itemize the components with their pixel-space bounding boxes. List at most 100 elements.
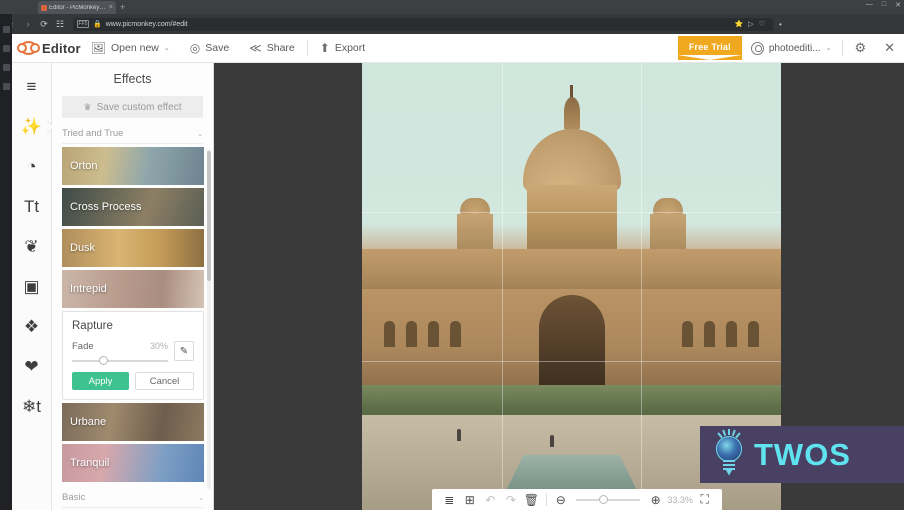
- effect-item-orton[interactable]: Orton: [62, 147, 204, 185]
- gear-icon[interactable]: ⚙: [845, 40, 875, 56]
- sidebar-icon-bookmarks[interactable]: [2, 45, 10, 52]
- paint-brush-button[interactable]: ✎: [174, 341, 194, 361]
- rail-item-text[interactable]: Tt: [19, 195, 45, 219]
- zoom-in-icon[interactable]: ⊕: [645, 493, 666, 507]
- rail-item-touch-up[interactable]: ◔: [19, 155, 45, 179]
- rail-item-textures[interactable]: ❖: [19, 315, 45, 339]
- section-basic[interactable]: Basic ⌄: [62, 492, 204, 508]
- redo-icon[interactable]: ↷: [501, 493, 522, 507]
- right-turret: [647, 198, 689, 254]
- fade-slider[interactable]: [72, 356, 168, 365]
- app-toolbar: Editor 🖼 Open new ⌄ ◎ Save ≪ Share ⬆ Exp…: [12, 34, 904, 63]
- save-button[interactable]: ◎ Save: [180, 34, 239, 63]
- effect-label: Tranquil: [70, 457, 110, 469]
- effect-item-cross-process[interactable]: Cross Process: [62, 188, 204, 226]
- browser-tabstrip: Editor - PicMonkey Photo × + — □ ✕: [0, 0, 904, 14]
- menu-icon[interactable]: •: [779, 20, 782, 29]
- tab-title: Editor - PicMonkey Photo: [49, 4, 107, 11]
- section-label: Tried and True: [62, 128, 124, 139]
- rail-item-frames[interactable]: ▣: [19, 275, 45, 299]
- forward-icon[interactable]: ›: [20, 19, 36, 29]
- effects-scrollbar-thumb[interactable]: [207, 151, 211, 281]
- avatar: [750, 41, 764, 55]
- chevron-down-icon: ⌄: [197, 130, 203, 138]
- toolbar-right-group: Free Trial photoediti... ⌄ ⚙ ✕: [677, 34, 904, 63]
- fade-slider-handle[interactable]: [98, 356, 108, 365]
- trash-icon[interactable]: 🗑: [521, 493, 542, 507]
- fade-value: 30%: [149, 341, 168, 351]
- undo-icon[interactable]: ↶: [480, 493, 501, 507]
- zoom-slider-handle[interactable]: [599, 494, 609, 504]
- window-controls: — □ ✕: [866, 1, 901, 9]
- free-trial-badge[interactable]: Free Trial: [677, 36, 742, 60]
- share-label: Share: [266, 42, 295, 54]
- account-menu[interactable]: photoediti... ⌄: [742, 41, 841, 55]
- rail-item-seasonal[interactable]: ❄t: [19, 395, 45, 419]
- effects-panel: Effects ♛ Save custom effect Tried and T…: [52, 63, 214, 510]
- watermark-overlay: TWOS: [700, 426, 904, 483]
- zoom-slider[interactable]: [576, 494, 641, 504]
- brand-logo[interactable]: Editor: [12, 41, 81, 56]
- chevron-down-icon: ⌄: [163, 45, 170, 52]
- sidebar-icon-history[interactable]: [2, 64, 10, 71]
- effect-item-dusk[interactable]: Dusk: [62, 229, 204, 267]
- tab-close-icon[interactable]: ×: [109, 4, 113, 11]
- person-figure: [550, 435, 554, 447]
- export-button[interactable]: ⬆ Export: [310, 34, 375, 63]
- close-window-button[interactable]: ✕: [895, 1, 901, 9]
- layers-icon[interactable]: ≣: [439, 493, 460, 507]
- apply-button[interactable]: Apply: [72, 372, 129, 390]
- fullscreen-icon[interactable]: ⛶: [694, 492, 715, 507]
- texture-icon: ❖: [23, 317, 40, 336]
- heart-arrow-icon: ❤: [24, 357, 39, 376]
- sidebar-icon-downloads[interactable]: [2, 83, 10, 90]
- close-icon[interactable]: ✕: [875, 40, 904, 56]
- save-icon: ◎: [189, 41, 201, 55]
- rail-item-effects[interactable]: ✨: [19, 115, 45, 139]
- export-icon: ⬆: [319, 41, 330, 55]
- chevron-down-icon: ⌄: [825, 45, 832, 52]
- chevron-down-icon: ⌄: [198, 494, 204, 502]
- effect-item-intrepid[interactable]: Intrepid: [62, 270, 204, 308]
- section-tried-and-true[interactable]: Tried and True ⌄: [62, 128, 203, 144]
- toolbar-divider: [545, 493, 547, 506]
- magic-wand-icon: ✨: [20, 117, 43, 136]
- effect-item-tranquil[interactable]: Tranquil: [62, 444, 204, 482]
- new-tab-button[interactable]: +: [120, 2, 125, 12]
- snowflake-text-icon: ❄t: [22, 397, 41, 416]
- effect-item-urbane[interactable]: Urbane: [62, 403, 204, 441]
- fade-label: Fade: [72, 341, 94, 352]
- toolbar-divider: [306, 40, 308, 56]
- window-row-right: [682, 321, 759, 347]
- zoom-out-icon[interactable]: ⊖: [551, 493, 572, 507]
- lock-icon: 🔒: [93, 21, 102, 28]
- account-name: photoediti...: [768, 42, 821, 54]
- share-button[interactable]: ≪ Share: [239, 34, 305, 63]
- tool-rail: ≡ ✨ ◔ Tt ❦ ▣ ❖ ❤ ❄t: [12, 63, 52, 510]
- minimize-button[interactable]: —: [866, 1, 873, 9]
- lantern: [563, 97, 580, 133]
- navbar-extras: •: [773, 20, 788, 29]
- rail-item-overlays[interactable]: ❦: [19, 235, 45, 259]
- fade-slider-group: Fade 30%: [72, 341, 168, 365]
- save-custom-effect-button[interactable]: ♛ Save custom effect: [62, 96, 203, 118]
- browser-tab[interactable]: Editor - PicMonkey Photo ×: [38, 1, 116, 14]
- crop-grid-icon[interactable]: ⊞: [460, 493, 481, 507]
- sidebar-icon-panels[interactable]: [2, 26, 10, 33]
- face-icon: ◔: [26, 157, 37, 176]
- podium: [362, 249, 781, 293]
- apps-icon[interactable]: ☷: [52, 19, 68, 30]
- save-label: Save: [205, 42, 230, 54]
- maximize-button[interactable]: □: [882, 1, 886, 9]
- address-bar[interactable]: FF5 🔒 www.picmonkey.com/#edit ⭐ ▷ ♡: [73, 17, 773, 31]
- text-icon: Tt: [23, 197, 40, 216]
- cast-icon[interactable]: ▷: [748, 20, 753, 28]
- rail-item-adjust[interactable]: ≡: [19, 75, 45, 99]
- heart-icon[interactable]: ♡: [759, 20, 765, 28]
- person-figure: [457, 429, 461, 441]
- rail-item-themes[interactable]: ❤: [19, 355, 45, 379]
- cancel-button[interactable]: Cancel: [135, 372, 194, 390]
- bookmark-star-icon[interactable]: ⭐: [735, 20, 744, 28]
- open-new-button[interactable]: 🖼 Open new ⌄: [81, 34, 180, 63]
- reload-icon[interactable]: ⟳: [36, 19, 52, 30]
